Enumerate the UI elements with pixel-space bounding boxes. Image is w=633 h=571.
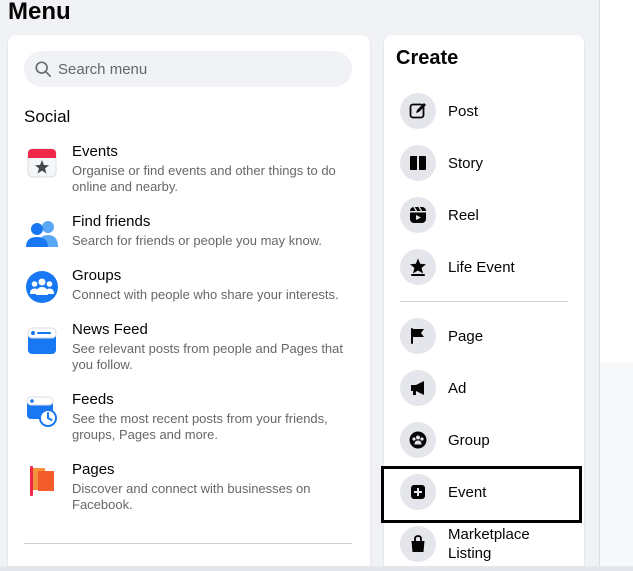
- group-icon: [409, 431, 427, 449]
- social-item-find-friends[interactable]: Find friends Search for friends or peopl…: [24, 213, 354, 251]
- shopping-bag-icon: [411, 535, 425, 552]
- create-item-label: Ad: [448, 379, 467, 397]
- create-item-label: Event: [448, 483, 487, 501]
- social-item-title: Feeds: [72, 391, 114, 408]
- groups-icon: [26, 271, 58, 303]
- social-item-title: Groups: [72, 267, 122, 284]
- create-life-event-button[interactable]: Life Event: [400, 245, 570, 289]
- edit-post-icon: [409, 103, 426, 119]
- search-menu-input[interactable]: [58, 60, 338, 78]
- pages-flag-icon: [30, 466, 54, 496]
- social-item-feeds[interactable]: Feeds See the most recent posts from you…: [24, 391, 354, 443]
- create-marketplace-listing-button[interactable]: Marketplace Listing: [400, 522, 570, 566]
- social-item-desc: See the most recent posts from your frie…: [72, 411, 328, 442]
- event-plus-icon: [411, 485, 425, 499]
- events-calendar-icon: [27, 148, 57, 178]
- social-item-desc: Organise or find events and other things…: [72, 163, 336, 194]
- create-event-button[interactable]: Event: [400, 470, 570, 514]
- create-panel: Create Post Story Reel Life Event Page A…: [384, 35, 584, 571]
- social-item-pages[interactable]: Pages Discover and connect with business…: [24, 461, 354, 513]
- social-item-desc: Connect with people who share your inter…: [72, 287, 339, 302]
- social-heading: Social: [24, 107, 71, 126]
- section-divider: [24, 543, 352, 544]
- create-item-label: Group: [448, 431, 490, 449]
- social-item-desc: Search for friends or people you may kno…: [72, 233, 323, 248]
- social-item-events[interactable]: Events Organise or find events and other…: [24, 143, 354, 195]
- search-icon: [35, 61, 52, 78]
- social-item-desc: Discover and connect with businesses on …: [72, 481, 311, 512]
- create-story-button[interactable]: Story: [400, 141, 570, 185]
- menu-title: Menu: [8, 0, 71, 25]
- bottom-scroll-strip: [0, 566, 633, 571]
- news-feed-icon: [27, 327, 57, 354]
- social-item-title: Events: [72, 143, 118, 160]
- create-ad-button[interactable]: Ad: [400, 366, 570, 410]
- create-heading: Create: [396, 47, 459, 69]
- create-divider: [400, 301, 568, 302]
- create-reel-button[interactable]: Reel: [400, 193, 570, 237]
- megaphone-icon: [411, 381, 424, 395]
- create-item-label: Story: [448, 154, 484, 172]
- create-page-button[interactable]: Page: [400, 314, 570, 358]
- find-friends-icon: [26, 221, 58, 247]
- create-item-label: Post: [448, 102, 479, 120]
- social-item-title: News Feed: [72, 321, 148, 338]
- reel-icon: [410, 206, 426, 223]
- create-item-label: Life Event: [448, 258, 515, 276]
- life-event-star-icon: [410, 258, 426, 276]
- create-post-button[interactable]: Post: [400, 89, 570, 133]
- gutter-shade: [600, 362, 633, 571]
- search-menu-box[interactable]: [24, 51, 352, 87]
- create-item-label: Reel: [448, 206, 479, 224]
- social-item-desc: See relevant posts from people and Pages…: [72, 341, 344, 372]
- create-item-label: Page: [448, 327, 484, 345]
- create-item-label: Marketplace Listing: [448, 526, 530, 562]
- social-item-title: Find friends: [72, 213, 151, 230]
- social-item-title: Pages: [72, 461, 115, 478]
- social-item-groups[interactable]: Groups Connect with people who share you…: [24, 267, 354, 305]
- create-group-button[interactable]: Group: [400, 418, 570, 462]
- menu-social-panel: Social Events Organise or find events an…: [8, 35, 370, 571]
- right-gutter: [599, 0, 633, 571]
- feeds-icon: [26, 396, 57, 427]
- story-book-icon: [410, 156, 426, 170]
- social-item-news-feed[interactable]: News Feed See relevant posts from people…: [24, 321, 354, 373]
- page-flag-icon: [411, 328, 424, 344]
